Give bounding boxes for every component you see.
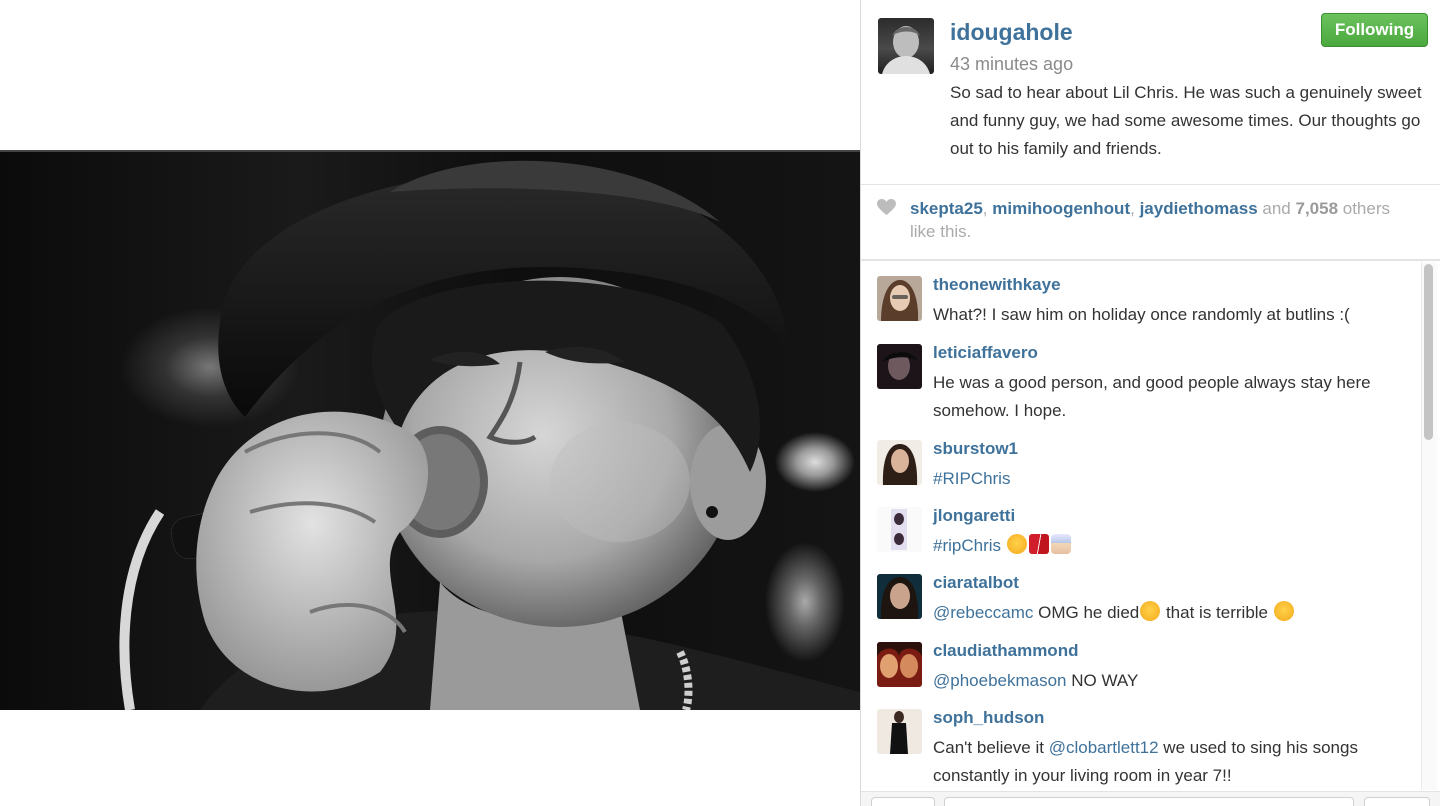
comment-text-part: NO WAY xyxy=(1066,671,1139,690)
likes-text: skepta25, mimihoogenhout, jaydiethomass … xyxy=(910,197,1420,243)
comment-item: sburstow1 #RIPChris xyxy=(861,425,1421,491)
likes-separator: , xyxy=(1130,199,1140,218)
likes-separator: , xyxy=(982,199,993,218)
commenter-avatar-image xyxy=(877,344,922,389)
angel-emoji xyxy=(1050,534,1071,554)
comment-text: @phoebekmason NO WAY xyxy=(933,667,1413,695)
author-avatar[interactable] xyxy=(878,18,934,74)
post-header: idougahole 43 minutes ago So sad to hear… xyxy=(861,0,1440,184)
likes-count[interactable]: 7,058 xyxy=(1295,199,1338,218)
commenter-avatar[interactable] xyxy=(877,440,922,485)
commenter-avatar[interactable] xyxy=(877,276,922,321)
more-options-button[interactable] xyxy=(1364,797,1430,806)
liker-username[interactable]: jaydiethomass xyxy=(1140,199,1258,218)
heart-icon[interactable] xyxy=(877,199,896,216)
liker-username[interactable]: skepta25 xyxy=(910,199,983,218)
comment-text-part: OMG he died xyxy=(1033,603,1140,622)
commenter-username[interactable]: ciaratalbot xyxy=(933,573,1019,593)
comment-text: #ripChris xyxy=(933,532,1413,560)
comment-item: theonewithkaye What?! I saw him on holid… xyxy=(861,261,1421,327)
comment-item: claudiathammond @phoebekmason NO WAY xyxy=(861,627,1421,693)
post-media-pane xyxy=(0,0,860,806)
comment-text: What?! I saw him on holiday once randoml… xyxy=(933,305,1350,324)
comment-text-part: Can't believe it xyxy=(933,738,1049,757)
commenter-avatar-image xyxy=(877,507,922,552)
comment-composer xyxy=(861,791,1440,806)
mention-link[interactable]: @clobartlett12 xyxy=(1049,738,1159,757)
post-details-pane: idougahole 43 minutes ago So sad to hear… xyxy=(861,0,1440,806)
comment-item: jlongaretti #ripChris xyxy=(861,492,1421,558)
commenter-avatar-image xyxy=(877,574,922,619)
post-photo[interactable] xyxy=(0,152,860,710)
comment-text: He was a good person, and good people al… xyxy=(933,373,1371,420)
comment-item: soph_hudson Can't believe it @clobartlet… xyxy=(861,694,1421,791)
broken-heart-emoji xyxy=(1028,534,1049,554)
following-button[interactable]: Following xyxy=(1321,13,1428,47)
hashtag[interactable]: #ripChris xyxy=(933,536,1001,555)
commenter-avatar-image xyxy=(877,642,922,687)
commenter-username[interactable]: sburstow1 xyxy=(933,439,1018,459)
commenter-username[interactable]: jlongaretti xyxy=(933,506,1015,526)
crying-face-emoji xyxy=(1273,601,1294,621)
post-timestamp[interactable]: 43 minutes ago xyxy=(950,54,1073,75)
commenter-avatar[interactable] xyxy=(877,642,922,687)
comment-text: @rebeccamc OMG he died that is terrible xyxy=(933,599,1413,627)
post-caption: So sad to hear about Lil Chris. He was s… xyxy=(950,83,1422,158)
commenter-avatar-image xyxy=(877,709,922,754)
like-button[interactable] xyxy=(871,797,935,806)
hashtag[interactable]: #RIPChris xyxy=(933,469,1010,488)
author-username[interactable]: idougahole xyxy=(950,19,1073,46)
comment-text: Can't believe it @clobartlett12 we used … xyxy=(933,734,1413,790)
comments-list[interactable]: theonewithkaye What?! I saw him on holid… xyxy=(861,261,1421,791)
comment-item: ciaratalbot @rebeccamc OMG he died that … xyxy=(861,559,1421,625)
comment-text: #RIPChris xyxy=(933,465,1413,493)
author-avatar-image xyxy=(882,26,930,74)
liker-username[interactable]: mimihoogenhout xyxy=(992,199,1130,218)
crying-face-emoji xyxy=(1006,534,1027,554)
comments-scrollbar-thumb[interactable] xyxy=(1424,264,1433,440)
photo-illustration xyxy=(119,160,860,710)
commenter-avatar[interactable] xyxy=(877,507,922,552)
commenter-username[interactable]: claudiathammond xyxy=(933,641,1078,661)
commenter-username[interactable]: theonewithkaye xyxy=(933,275,1061,295)
commenter-avatar[interactable] xyxy=(877,344,922,389)
commenter-username[interactable]: soph_hudson xyxy=(933,708,1044,728)
likes-and: and xyxy=(1257,199,1296,218)
commenter-avatar-image xyxy=(877,440,922,485)
commenter-avatar-image xyxy=(877,276,922,321)
hushed-face-emoji xyxy=(1140,601,1161,621)
commenter-username[interactable]: leticiaffavero xyxy=(933,343,1038,363)
comment-input[interactable] xyxy=(944,797,1354,806)
mention-link[interactable]: @rebeccamc xyxy=(933,603,1033,622)
mention-link[interactable]: @phoebekmason xyxy=(933,671,1067,690)
likes-summary: skepta25, mimihoogenhout, jaydiethomass … xyxy=(861,185,1440,259)
commenter-avatar[interactable] xyxy=(877,709,922,754)
comment-text-part: that is terrible xyxy=(1161,603,1273,622)
commenter-avatar[interactable] xyxy=(877,574,922,619)
comment-item: leticiaffavero He was a good person, and… xyxy=(861,329,1421,423)
